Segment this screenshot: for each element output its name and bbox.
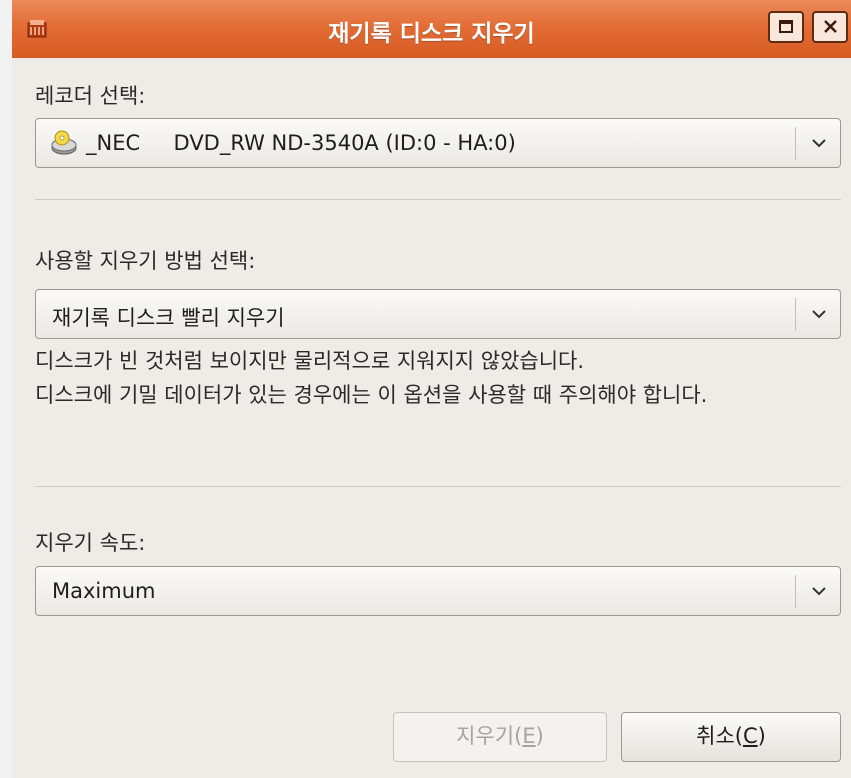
cancel-button[interactable]: 취소(C): [621, 712, 841, 762]
cancel-button-label: 취소(: [696, 724, 743, 748]
title-bar[interactable]: 재기록 디스크 지우기: [12, 0, 851, 58]
close-button[interactable]: [812, 11, 848, 43]
maximize-button[interactable]: [768, 11, 804, 43]
cancel-mnemonic: C: [742, 724, 758, 748]
window-title: 재기록 디스크 지우기: [328, 21, 535, 47]
close-icon: [824, 20, 837, 33]
speed-combo[interactable]: Maximum: [35, 566, 841, 616]
cancel-suffix: ): [757, 724, 766, 748]
method-label: 사용할 지우기 방법 선택:: [35, 249, 256, 273]
recorder-combo[interactable]: _NEC DVD_RW ND-3540A (ID:0 - HA:0): [35, 118, 841, 168]
erase-disc-dialog: 재기록 디스크 지우기 레코더 선택: _NEC DVD_RW ND-3540A…: [12, 0, 851, 778]
method-combo[interactable]: 재기록 디스크 빨리 지우기: [35, 289, 841, 339]
erase-mnemonic: E: [522, 724, 536, 748]
optical-drive-icon: [50, 130, 78, 160]
chevron-down-icon[interactable]: [810, 306, 828, 325]
method-description: 디스크가 빈 것처럼 보이지만 물리적으로 지워지지 않았습니다. 디스크에 기…: [35, 344, 707, 412]
method-selected: 재기록 디스크 빨리 지우기: [52, 306, 285, 330]
erase-suffix: ): [535, 724, 544, 748]
divider: [35, 199, 841, 200]
combo-separator: [795, 127, 796, 160]
description-line-1: 디스크가 빈 것처럼 보이지만 물리적으로 지워지지 않았습니다.: [35, 349, 585, 373]
recorder-selected: _NEC DVD_RW ND-3540A (ID:0 - HA:0): [86, 131, 516, 155]
recorder-label: 레코더 선택:: [35, 84, 146, 108]
erase-button[interactable]: 지우기(E): [393, 712, 607, 762]
chevron-down-icon[interactable]: [810, 135, 828, 154]
maximize-icon: [779, 20, 793, 33]
divider: [35, 486, 841, 487]
combo-separator: [795, 298, 796, 331]
erase-button-label: 지우기(: [456, 724, 523, 748]
description-line-2: 디스크에 기밀 데이터가 있는 경우에는 이 옵션을 사용할 때 주의해야 합니…: [35, 383, 708, 407]
speed-selected: Maximum: [52, 579, 156, 603]
speed-label: 지우기 속도:: [35, 531, 146, 555]
combo-separator: [795, 575, 796, 608]
chevron-down-icon[interactable]: [810, 583, 828, 602]
background-edge: [0, 0, 12, 778]
